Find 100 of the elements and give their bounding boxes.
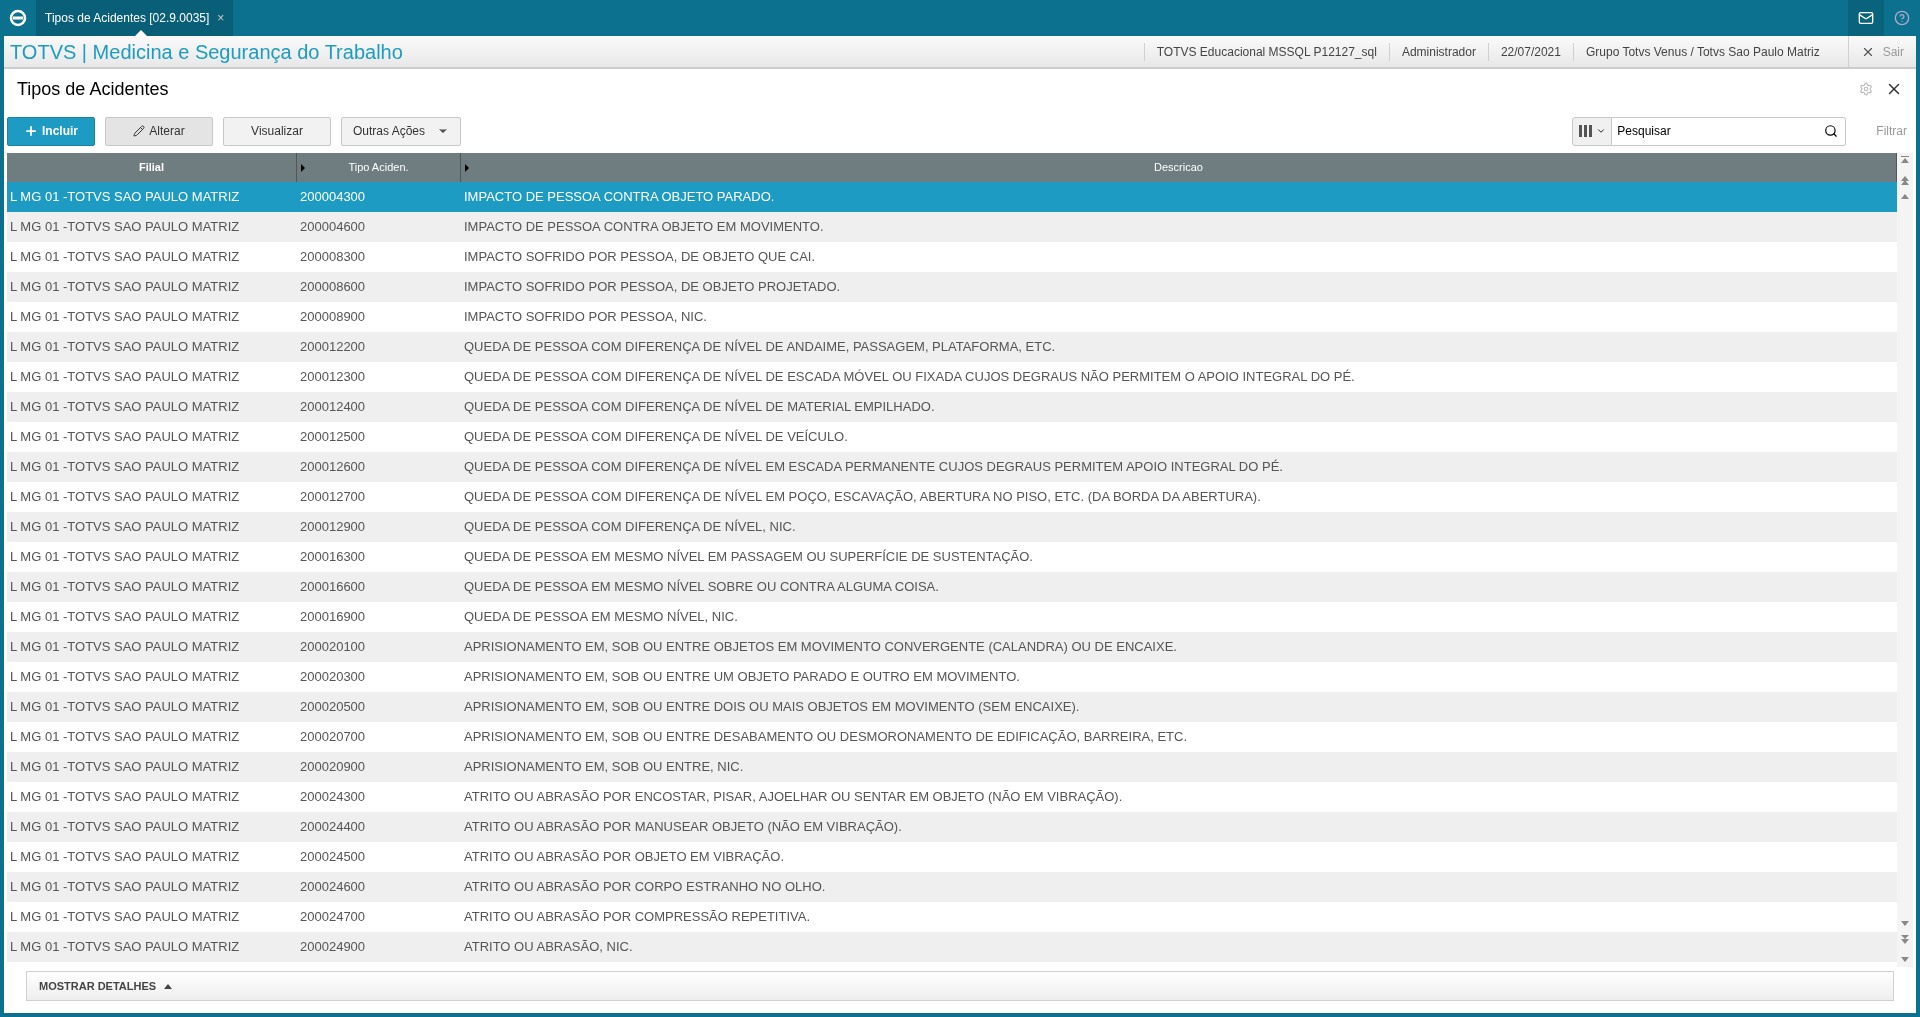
table-cell-text: 200020900: [299, 758, 367, 777]
table-cell-text: 200020100: [299, 638, 367, 657]
toolbar-button[interactable]: Alterar: [105, 116, 213, 146]
table-cell-text: L MG 01 -TOTVS SAO PAULO MATRIZ: [9, 188, 241, 207]
table-row[interactable]: L MG 01 -TOTVS SAO PAULO MATRIZ 200020100 APRISIONAMENTO EM, SOB OU ENTRE OBJETOS EM MOVIMENTO CONVERGENTE (CALANDRA) OU DE ENCAIXE.: [7, 632, 1897, 662]
tab-close[interactable]: ×: [217, 9, 225, 27]
table-row[interactable]: L MG 01 -TOTVS SAO PAULO MATRIZ 200024900 ATRITO OU ABRASÃO, NIC.: [7, 932, 1897, 962]
table-cell-text: IMPACTO SOFRIDO POR PESSOA, DE OBJETO PROJETADO.: [463, 278, 842, 297]
table-row[interactable]: L MG 01 -TOTVS SAO PAULO MATRIZ 200012400 QUEDA DE PESSOA COM DIFERENÇA DE NÍVEL DE MATERIAL EMPILHADO.: [7, 392, 1897, 422]
columns-button[interactable]: [1572, 116, 1613, 146]
table-cell-text: QUEDA DE PESSOA EM MESMO NÍVEL, NIC.: [463, 608, 739, 627]
table-cell-text: L MG 01 -TOTVS SAO PAULO MATRIZ: [9, 218, 241, 237]
table-cell-text: 200012900: [299, 518, 367, 537]
table-cell-text: 200012300: [299, 368, 367, 387]
table-cell-text: 200012700: [299, 488, 367, 507]
table-cell-text: L MG 01 -TOTVS SAO PAULO MATRIZ: [9, 278, 241, 297]
table-cell-text: QUEDA DE PESSOA COM DIFERENÇA DE NÍVEL DE MATERIAL EMPILHADO.: [463, 398, 936, 417]
table-cell-text: L MG 01 -TOTVS SAO PAULO MATRIZ: [9, 818, 241, 837]
table-cell-text: QUEDA DE PESSOA EM MESMO NÍVEL SOBRE OU CONTRA ALGUMA COISA.: [463, 578, 940, 597]
table-row[interactable]: L MG 01 -TOTVS SAO PAULO MATRIZ 200012900 QUEDA DE PESSOA COM DIFERENÇA DE NÍVEL, NIC.: [7, 512, 1897, 542]
table-row[interactable]: L MG 01 -TOTVS SAO PAULO MATRIZ 200012600 QUEDA DE PESSOA COM DIFERENÇA DE NÍVEL EM ESCADA PERMANENTE CUJOS DEGRAUS PERMITEM APOIO INTEGRAL DO PÉ.: [7, 452, 1897, 482]
table-cell-text: L MG 01 -TOTVS SAO PAULO MATRIZ: [9, 878, 241, 897]
table-cell-text: L MG 01 -TOTVS SAO PAULO MATRIZ: [9, 848, 241, 867]
table-cell-text: IMPACTO SOFRIDO POR PESSOA, DE OBJETO QUE CAI.: [463, 248, 817, 267]
table-cell-text: IMPACTO DE PESSOA CONTRA OBJETO EM MOVIMENTO.: [463, 218, 825, 237]
table-cell-text: L MG 01 -TOTVS SAO PAULO MATRIZ: [9, 458, 241, 477]
table-cell-text: L MG 01 -TOTVS SAO PAULO MATRIZ: [9, 608, 241, 627]
settings-icon[interactable]: [1859, 82, 1873, 96]
table-cell-text: QUEDA DE PESSOA COM DIFERENÇA DE NÍVEL, NIC.: [463, 518, 797, 537]
table-cell-text: 200008900: [299, 308, 367, 327]
table-cell-text: 200016300: [299, 548, 367, 567]
search-field[interactable]: Pesquisar: [1612, 116, 1817, 146]
table-cell-text: QUEDA DE PESSOA COM DIFERENÇA DE NÍVEL EM ESCADA PERMANENTE CUJOS DEGRAUS PERMITEM APOIO INTEGRAL DO PÉ.: [463, 458, 1284, 477]
table-cell-text: 200004300: [299, 188, 367, 207]
header-info: 22/07/2021: [1487, 42, 1573, 61]
header-info: Administrador: [1388, 42, 1488, 61]
table-cell-text: QUEDA DE PESSOA COM DIFERENÇA DE NÍVEL EM POÇO, ESCAVAÇÃO, ABERTURA NO PISO, ETC. (DA BORDA DA ABERTURA).: [463, 488, 1262, 507]
table-cell-text: APRISIONAMENTO EM, SOB OU ENTRE OBJETOS EM MOVIMENTO CONVERGENTE (CALANDRA) OU DE ENCAIXE.: [463, 638, 1178, 657]
table-cell-text: L MG 01 -TOTVS SAO PAULO MATRIZ: [9, 758, 241, 777]
header-info: TOTVS Educacional MSSQL P12127_sql: [1143, 42, 1389, 61]
table-cell-text: QUEDA DE PESSOA COM DIFERENÇA DE NÍVEL DE ANDAIME, PASSAGEM, PLATAFORMA, ETC.: [463, 338, 1057, 357]
page-title: Tipos de Acidentes: [17, 77, 170, 101]
table-cell-text: L MG 01 -TOTVS SAO PAULO MATRIZ: [9, 908, 241, 927]
mail-icon[interactable]: [1848, 0, 1884, 36]
table-cell-text: 200012400: [299, 398, 367, 417]
table-cell-text: L MG 01 -TOTVS SAO PAULO MATRIZ: [9, 728, 241, 747]
table-cell-text: IMPACTO SOFRIDO POR PESSOA, NIC.: [463, 308, 708, 327]
table-cell-text: L MG 01 -TOTVS SAO PAULO MATRIZ: [9, 548, 241, 567]
table-cell-text: ATRITO OU ABRASÃO POR CORPO ESTRANHO NO OLHO.: [463, 878, 827, 897]
table-cell-text: 200016600: [299, 578, 367, 597]
table-cell-text: 200020700: [299, 728, 367, 747]
table-cell-text: APRISIONAMENTO EM, SOB OU ENTRE, NIC.: [463, 758, 745, 777]
table-cell-text: L MG 01 -TOTVS SAO PAULO MATRIZ: [9, 638, 241, 657]
table-cell-text: 200024500: [299, 848, 367, 867]
table-cell-text: L MG 01 -TOTVS SAO PAULO MATRIZ: [9, 398, 241, 417]
table-row[interactable]: L MG 01 -TOTVS SAO PAULO MATRIZ 200008600 IMPACTO SOFRIDO POR PESSOA, DE OBJETO PROJETADO.: [7, 272, 1897, 302]
search-button[interactable]: [1816, 116, 1847, 146]
table-row[interactable]: L MG 01 -TOTVS SAO PAULO MATRIZ 200012200 QUEDA DE PESSOA COM DIFERENÇA DE NÍVEL DE ANDAIME, PASSAGEM, PLATAFORMA, ETC.: [7, 332, 1897, 362]
table-cell-text: 200024900: [299, 938, 367, 957]
scrollbar[interactable]: [1897, 153, 1913, 967]
table-cell-text: 200008300: [299, 248, 367, 267]
app-title: TOTVS | Medicina e Segurança do Trabalho: [9, 39, 404, 65]
table-cell-text: 200012500: [299, 428, 367, 447]
table-cell-text: ATRITO OU ABRASÃO POR OBJETO EM VIBRAÇÃO.: [463, 848, 785, 867]
table-cell-text: L MG 01 -TOTVS SAO PAULO MATRIZ: [9, 488, 241, 507]
table-cell-text: ATRITO OU ABRASÃO POR COMPRESSÃO REPETITIVA.: [463, 908, 811, 927]
table-cell-text: 200012200: [299, 338, 367, 357]
table-row[interactable]: L MG 01 -TOTVS SAO PAULO MATRIZ 200024600 ATRITO OU ABRASÃO POR CORPO ESTRANHO NO OLHO.: [7, 872, 1897, 902]
table-cell-text: 200024600: [299, 878, 367, 897]
table-row[interactable]: L MG 01 -TOTVS SAO PAULO MATRIZ 200004600 IMPACTO DE PESSOA CONTRA OBJETO EM MOVIMENTO.: [7, 212, 1897, 242]
pencil-icon: [133, 125, 146, 137]
table-row[interactable]: L MG 01 -TOTVS SAO PAULO MATRIZ 200020900 APRISIONAMENTO EM, SOB OU ENTRE, NIC.: [7, 752, 1897, 782]
table-cell-text: ATRITO OU ABRASÃO POR ENCOSTAR, PISAR, AJOELHAR OU SENTAR EM OBJETO (NÃO EM VIBRAÇÃO).: [463, 788, 1124, 807]
header-info: Grupo Totvs Venus / Totvs Sao Paulo Matriz: [1572, 42, 1832, 61]
table-cell-text: 200024700: [299, 908, 367, 927]
table-cell-text: QUEDA DE PESSOA EM MESMO NÍVEL EM PASSAGEM OU SUPERFÍCIE DE SUSTENTAÇÃO.: [463, 548, 1034, 567]
table-cell-text: L MG 01 -TOTVS SAO PAULO MATRIZ: [9, 518, 241, 537]
toolbar-button[interactable]: Outras Ações: [341, 116, 461, 146]
table-cell-text: APRISIONAMENTO EM, SOB OU ENTRE DOIS OU MAIS OBJETOS EM MOVIMENTO (SEM ENCAIXE).: [463, 698, 1081, 717]
plus-icon: [24, 124, 38, 138]
table-cell-text: L MG 01 -TOTVS SAO PAULO MATRIZ: [9, 698, 241, 717]
table-cell-text: L MG 01 -TOTVS SAO PAULO MATRIZ: [9, 938, 241, 957]
details-toggle[interactable]: MOSTRAR DETALHES: [26, 971, 1894, 1001]
toolbar-button[interactable]: Visualizar: [223, 116, 331, 146]
table-cell-text: L MG 01 -TOTVS SAO PAULO MATRIZ: [9, 368, 241, 387]
table-cell-text: 200020500: [299, 698, 367, 717]
table-row[interactable]: L MG 01 -TOTVS SAO PAULO MATRIZ 200016600 QUEDA DE PESSOA EM MESMO NÍVEL SOBRE OU CONTRA ALGUMA COISA.: [7, 572, 1897, 602]
search-icon: [1823, 124, 1838, 138]
table-cell-text: L MG 01 -TOTVS SAO PAULO MATRIZ: [9, 338, 241, 357]
table-cell-text: 200008600: [299, 278, 367, 297]
table-row[interactable]: L MG 01 -TOTVS SAO PAULO MATRIZ 200024400 ATRITO OU ABRASÃO POR MANUSEAR OBJETO (NÃO EM VIBRAÇÃO).: [7, 812, 1897, 842]
table-cell-text: L MG 01 -TOTVS SAO PAULO MATRIZ: [9, 788, 241, 807]
table-cell-text: QUEDA DE PESSOA COM DIFERENÇA DE NÍVEL DE VEÍCULO.: [463, 428, 849, 447]
table-cell-text: IMPACTO DE PESSOA CONTRA OBJETO PARADO.: [463, 188, 776, 207]
table-cell-text: APRISIONAMENTO EM, SOB OU ENTRE UM OBJETO PARADO E OUTRO EM MOVIMENTO.: [463, 668, 1021, 687]
table-cell-text: L MG 01 -TOTVS SAO PAULO MATRIZ: [9, 668, 241, 687]
table-row[interactable]: L MG 01 -TOTVS SAO PAULO MATRIZ 200020500 APRISIONAMENTO EM, SOB OU ENTRE DOIS OU MAIS OBJETOS EM MOVIMENTO (SEM ENCAIXE).: [7, 692, 1897, 722]
table-cell-text: QUEDA DE PESSOA COM DIFERENÇA DE NÍVEL DE ESCADA MÓVEL OU FIXADA CUJOS DEGRAUS NÃO PERMITEM O APOIO INTEGRAL DO PÉ.: [463, 368, 1356, 387]
table-cell-text: 200016900: [299, 608, 367, 627]
app-tab[interactable]: Tipos de Acidentes [02.9.0035] ×: [36, 0, 234, 36]
